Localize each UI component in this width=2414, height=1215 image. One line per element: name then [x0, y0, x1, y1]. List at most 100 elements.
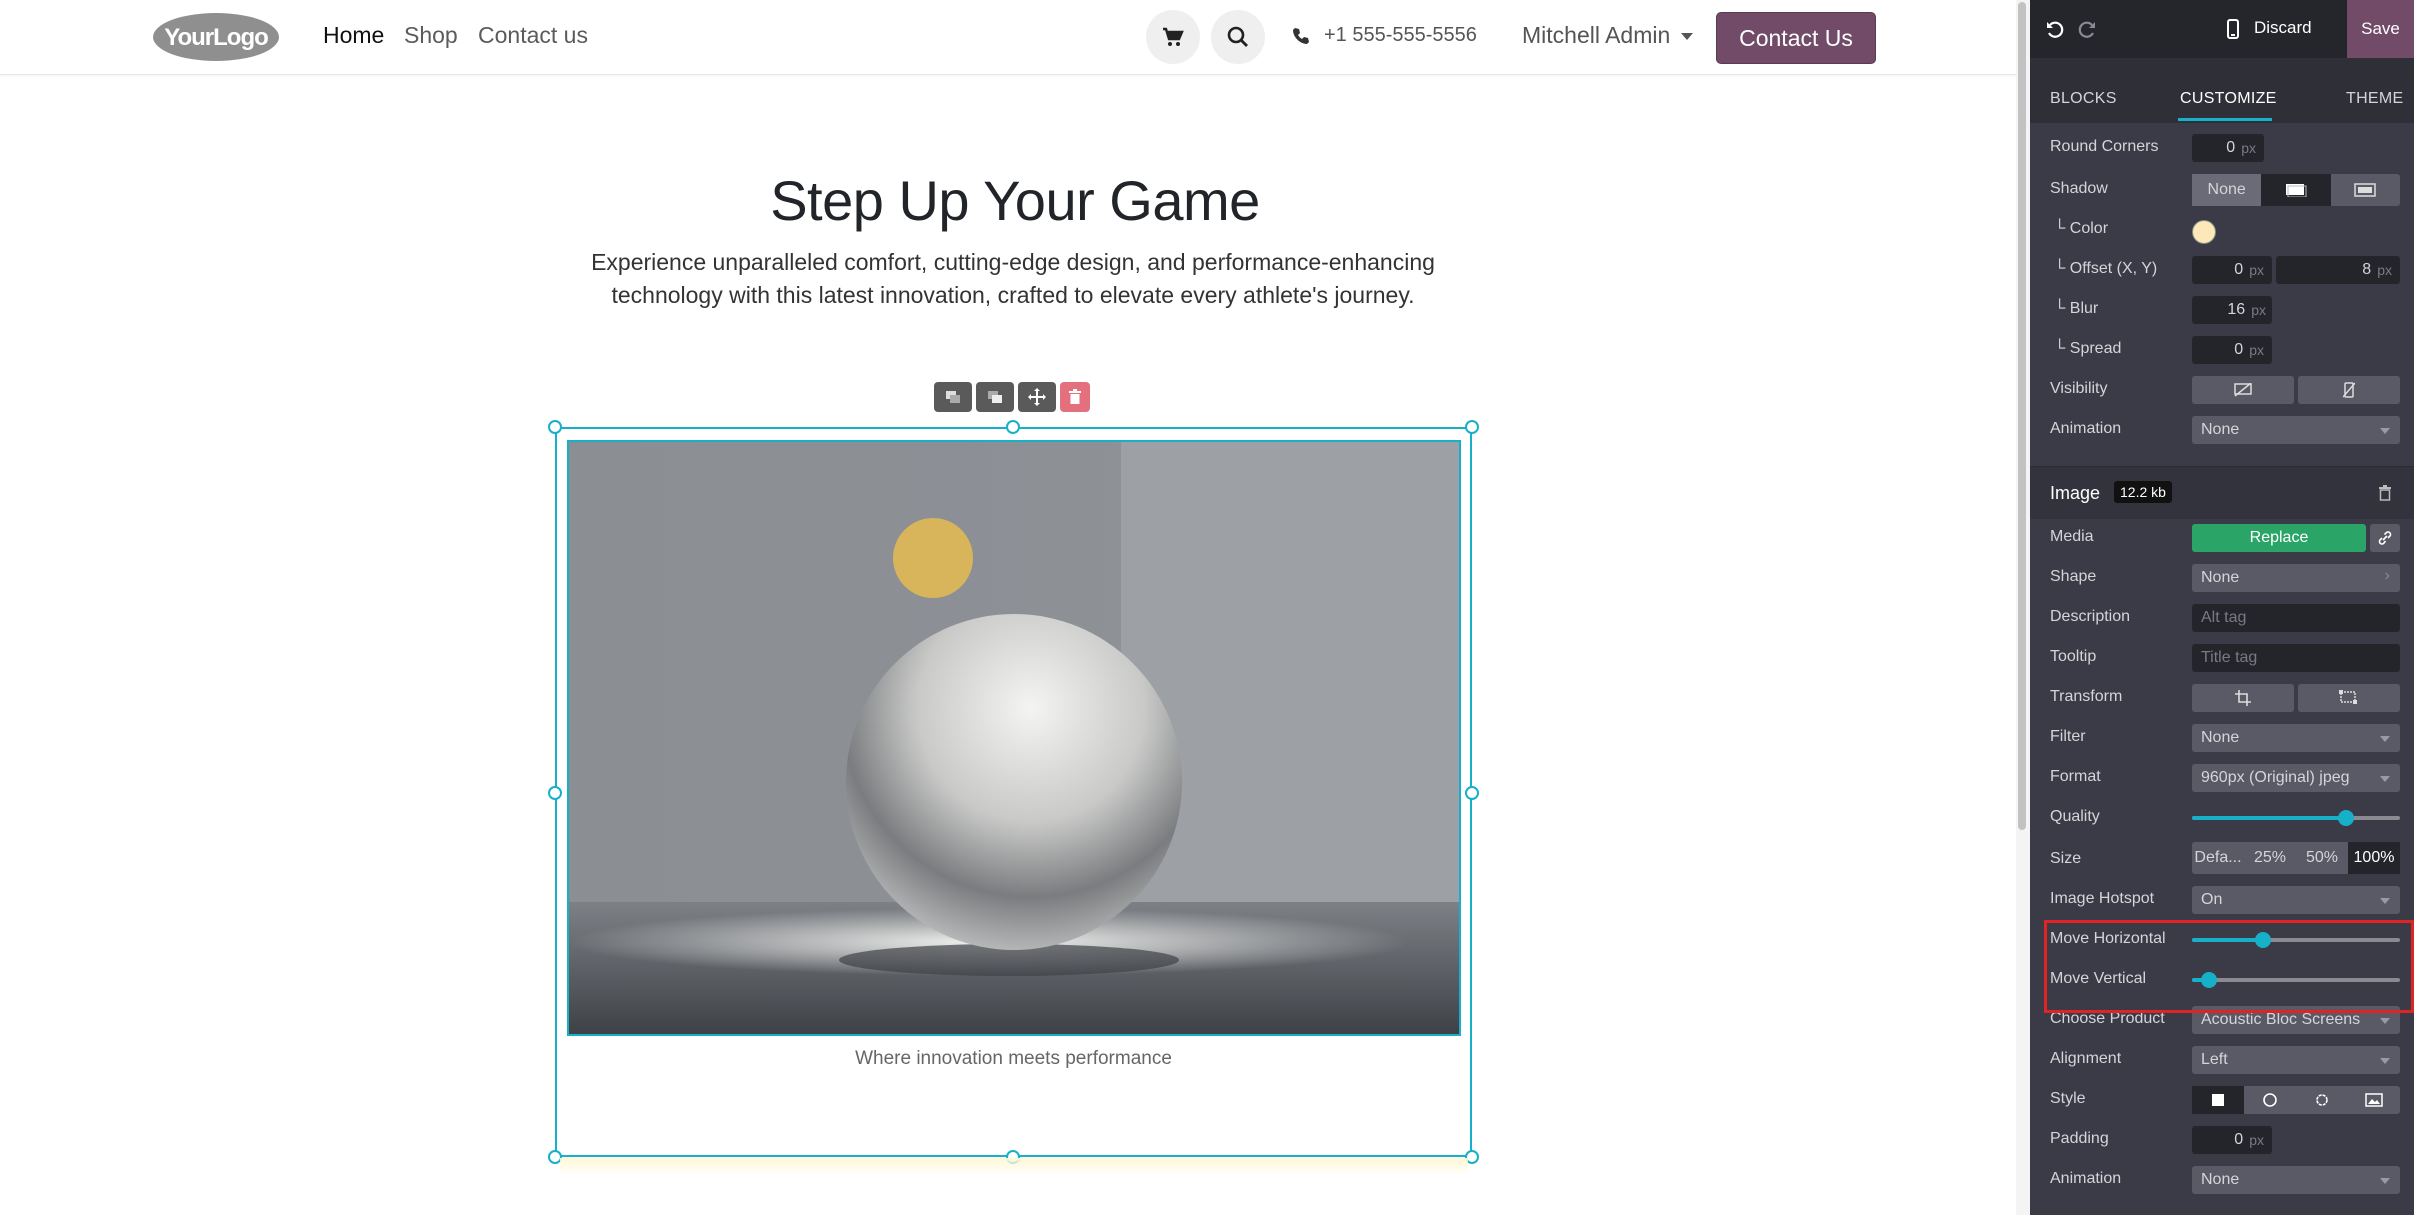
- style-label: Style: [2050, 1090, 2086, 1107]
- image-caption[interactable]: Where innovation meets performance: [555, 1048, 1472, 1070]
- image-hotspot-label: Image Hotspot: [2050, 890, 2155, 907]
- visibility-label: Visibility: [2050, 380, 2108, 397]
- mobile-hidden-icon: [2343, 382, 2355, 398]
- padding-input[interactable]: 0 px: [2192, 1126, 2272, 1154]
- style-shadow-button[interactable]: [2296, 1086, 2348, 1114]
- shadow-spread-label: └ Spread: [2054, 340, 2122, 357]
- option-media: Media Replace: [2030, 518, 2414, 558]
- cart-button[interactable]: [1146, 10, 1200, 64]
- transform-icon: [2339, 690, 2357, 704]
- media-label: Media: [2050, 528, 2094, 545]
- page-scrollbar-thumb[interactable]: [2018, 2, 2026, 830]
- filter-label: Filter: [2050, 728, 2086, 745]
- save-button[interactable]: Save: [2347, 0, 2414, 58]
- shadow-inset-button[interactable]: [2331, 174, 2400, 206]
- sun-icon: [2316, 1094, 2328, 1106]
- spread-input[interactable]: 0 px: [2192, 336, 2272, 364]
- circle-icon: [2263, 1093, 2277, 1107]
- shadow-blur-label: └ Blur: [2054, 300, 2099, 317]
- resize-handle-top-left[interactable]: [548, 420, 562, 434]
- resize-handle-top-right[interactable]: [1465, 420, 1479, 434]
- animation-select[interactable]: None: [2192, 416, 2400, 444]
- alignment-select[interactable]: Left: [2192, 1046, 2400, 1074]
- animation-label: Animation: [2050, 420, 2122, 437]
- nav-contact-us[interactable]: Contact us: [478, 22, 588, 49]
- shadow-color-label: └ Color: [2054, 220, 2109, 237]
- delete-block-button[interactable]: [1060, 382, 1090, 412]
- discard-button[interactable]: Discard: [2254, 18, 2312, 38]
- replace-button[interactable]: Replace: [2192, 524, 2366, 552]
- phone-icon: [1293, 27, 1309, 44]
- resize-handle-top[interactable]: [1006, 420, 1020, 434]
- user-menu[interactable]: Mitchell Admin: [1522, 22, 1694, 49]
- option-shadow: Shadow None: [2030, 170, 2414, 210]
- blur-input[interactable]: 16 px: [2192, 296, 2272, 324]
- filter-select[interactable]: None: [2192, 724, 2400, 752]
- size-50-button[interactable]: 50%: [2296, 842, 2348, 874]
- undo-button[interactable]: [2040, 14, 2070, 44]
- shadow-inset-icon: [2354, 183, 2377, 197]
- selected-image[interactable]: [567, 440, 1461, 1036]
- transform-button[interactable]: [2298, 684, 2400, 712]
- redo-button[interactable]: [2072, 14, 2102, 44]
- resize-handle-left[interactable]: [548, 786, 562, 800]
- crop-button[interactable]: [2192, 684, 2294, 712]
- offset-x-input[interactable]: 0 px: [2192, 256, 2272, 284]
- phone-contact[interactable]: +1 555-555-5556: [1292, 24, 1477, 47]
- style-square-button[interactable]: [2192, 1086, 2244, 1114]
- style-circle-button[interactable]: [2244, 1086, 2296, 1114]
- shadow-color-swatch[interactable]: [2192, 220, 2216, 244]
- shape-select[interactable]: None ›: [2192, 564, 2400, 592]
- size-25-button[interactable]: 25%: [2244, 842, 2296, 874]
- shadow-offset-label: └ Offset (X, Y): [2054, 260, 2158, 277]
- nav-shop[interactable]: Shop: [404, 22, 458, 49]
- offset-y-input[interactable]: 8 px: [2276, 256, 2400, 284]
- quality-slider[interactable]: [2192, 810, 2400, 826]
- option-tooltip: Tooltip Title tag: [2030, 638, 2414, 678]
- shadow-outset-button[interactable]: [2261, 174, 2331, 206]
- image-animation-select[interactable]: None: [2192, 1166, 2400, 1194]
- shape-label: Shape: [2050, 568, 2097, 585]
- format-select[interactable]: 960px (Original) jpeg: [2192, 764, 2400, 792]
- remove-image-icon[interactable]: [2378, 485, 2392, 501]
- site-logo[interactable]: YourLogo: [152, 12, 280, 62]
- drag-handle[interactable]: [1018, 382, 1056, 412]
- navbar: YourLogo Home Shop Contact us +1 555-555…: [0, 0, 2030, 75]
- option-shadow-color: └ Color: [2030, 210, 2414, 250]
- option-transform: Transform: [2030, 678, 2414, 718]
- resize-handle-right[interactable]: [1465, 786, 1479, 800]
- option-style: Style: [2030, 1080, 2414, 1120]
- annotation-highlight-box: [2044, 920, 2414, 1013]
- link-button[interactable]: [2370, 524, 2400, 552]
- move-backward-button[interactable]: [934, 382, 972, 412]
- nav-home[interactable]: Home: [323, 22, 384, 49]
- duplicate-button[interactable]: [976, 382, 1014, 412]
- user-name: Mitchell Admin: [1522, 22, 1671, 48]
- option-format: Format 960px (Original) jpeg: [2030, 758, 2414, 798]
- tab-blocks[interactable]: BLOCKS: [2050, 90, 2117, 108]
- round-corners-input[interactable]: 0 px: [2192, 134, 2264, 162]
- image-hotspot-select[interactable]: On: [2192, 886, 2400, 914]
- title-tag-input[interactable]: Title tag: [2192, 644, 2400, 672]
- quality-slider-knob[interactable]: [2337, 810, 2354, 826]
- image-section-title: Image: [2050, 483, 2101, 503]
- option-shadow-offset: └ Offset (X, Y) 0 px 8 px: [2030, 250, 2414, 290]
- editor-panel: Discard Save BLOCKS CUSTOMIZE THEME Roun…: [2030, 0, 2414, 1215]
- tab-customize[interactable]: CUSTOMIZE: [2180, 90, 2277, 108]
- tab-theme[interactable]: THEME: [2346, 90, 2404, 108]
- alt-tag-input[interactable]: Alt tag: [2192, 604, 2400, 632]
- hide-mobile-button[interactable]: [2298, 376, 2400, 404]
- size-default-button[interactable]: Defa...: [2192, 842, 2244, 874]
- link-icon: [2378, 531, 2392, 545]
- hero-title[interactable]: Step Up Your Game: [0, 168, 2030, 233]
- search-button[interactable]: [1211, 10, 1265, 64]
- contact-us-button[interactable]: Contact Us: [1716, 12, 1876, 64]
- option-shape: Shape None ›: [2030, 558, 2414, 598]
- hero-subtitle[interactable]: Experience unparalleled comfort, cutting…: [560, 246, 1466, 312]
- option-shadow-spread: └ Spread 0 px: [2030, 330, 2414, 370]
- style-thumbnail-button[interactable]: [2348, 1086, 2400, 1114]
- hide-desktop-button[interactable]: [2192, 376, 2294, 404]
- size-100-button[interactable]: 100%: [2348, 842, 2400, 874]
- mobile-preview-button[interactable]: [2218, 14, 2248, 44]
- shadow-none-button[interactable]: None: [2192, 174, 2262, 206]
